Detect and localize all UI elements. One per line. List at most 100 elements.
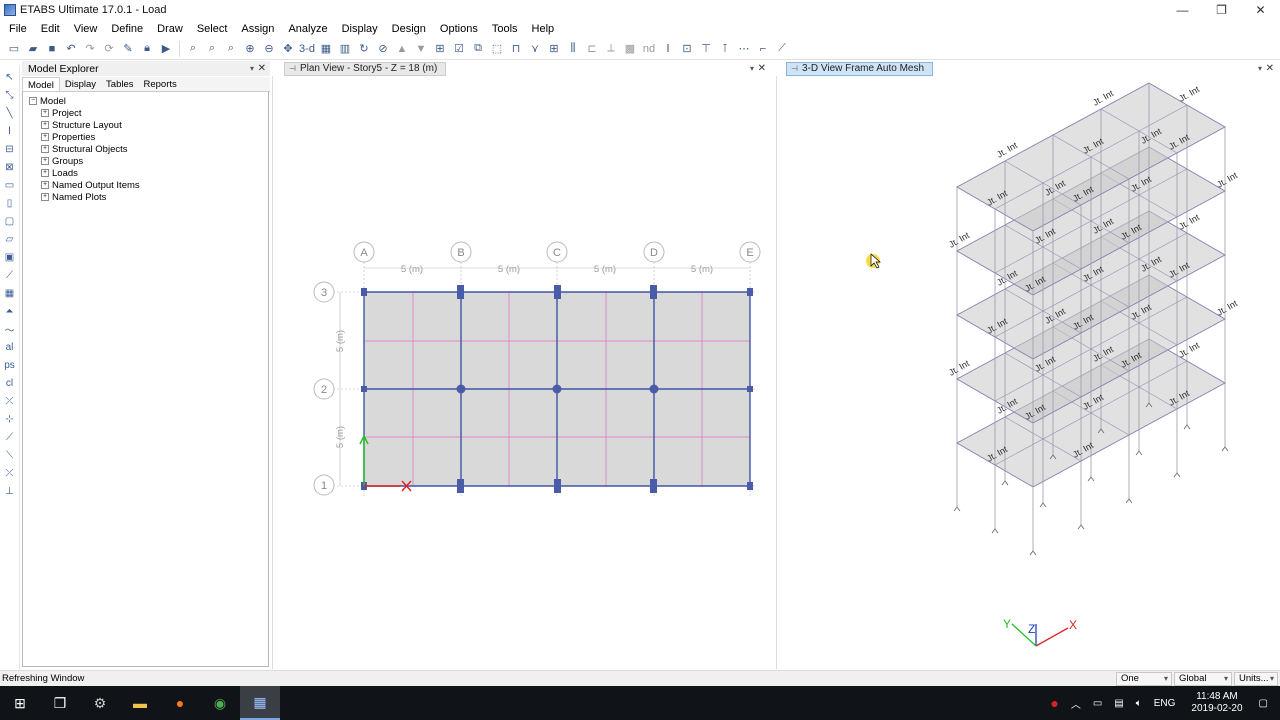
draw-brace-icon[interactable]: ⋎ xyxy=(527,41,543,57)
zoom-window-icon[interactable]: ⌕ xyxy=(185,41,201,57)
close-explorer-icon[interactable]: ✕ xyxy=(258,63,266,74)
expand-icon[interactable]: + xyxy=(41,181,49,189)
clear-selection-icon[interactable]: cl xyxy=(3,376,17,390)
tray-chevron-icon[interactable]: ︿ xyxy=(1071,696,1081,711)
zoom-in-icon[interactable]: ⊕ xyxy=(242,41,258,57)
windows-start-icon[interactable]: ⊞ xyxy=(0,686,40,720)
draw-frame-icon[interactable]: ⊓ xyxy=(508,41,524,57)
tree-item-structural-objects[interactable]: + Structural Objects xyxy=(23,143,268,155)
3d-view-canvas[interactable]: Jt. Int Jt. Int Jt. Int Jt. Int Jt. Int Jt. I… xyxy=(778,76,1280,669)
menu-view[interactable]: View xyxy=(67,23,105,35)
file-explorer-icon[interactable]: ▬ xyxy=(120,686,160,720)
plan-dock-dropdown-icon[interactable]: ▾ xyxy=(750,64,754,73)
menu-analyze[interactable]: Analyze xyxy=(281,23,334,35)
maximize-button[interactable]: ❐ xyxy=(1202,0,1241,20)
draw-link-tool-icon[interactable]: ⟋ xyxy=(3,268,17,282)
run-analysis-icon[interactable]: ▶ xyxy=(158,41,174,57)
menu-tools[interactable]: Tools xyxy=(485,23,525,35)
tree-item-loads[interactable]: + Loads xyxy=(23,167,268,179)
object-shrink-icon[interactable]: ⊞ xyxy=(432,41,448,57)
expand-icon[interactable]: + xyxy=(41,157,49,165)
coord-system-select[interactable]: Global xyxy=(1174,672,1232,686)
3d-view-tab[interactable]: ⊣ 3-D View Frame Auto Mesh xyxy=(786,61,934,76)
elevation-view-icon[interactable]: ▥ xyxy=(337,41,353,57)
menu-edit[interactable]: Edit xyxy=(34,23,67,35)
perspective-icon[interactable]: ⊘ xyxy=(375,41,391,57)
draw-column-tool-icon[interactable]: Ⅰ xyxy=(3,124,17,138)
menu-display[interactable]: Display xyxy=(335,23,385,35)
task-view-icon[interactable]: ❐ xyxy=(40,686,80,720)
options-icon[interactable]: ⧉ xyxy=(470,41,486,57)
draw-line-icon[interactable]: ╲ xyxy=(3,106,17,120)
set-display-icon[interactable]: ☑ xyxy=(451,41,467,57)
undo-icon[interactable]: ↶ xyxy=(63,41,79,57)
3d-view-icon[interactable]: 3-d xyxy=(299,41,315,57)
collapse-icon[interactable]: − xyxy=(29,97,37,105)
menu-draw[interactable]: Draw xyxy=(150,23,190,35)
menu-define[interactable]: Define xyxy=(104,23,150,35)
move-down-icon[interactable]: ▼ xyxy=(413,41,429,57)
draw-beam-icon[interactable]: ⊏ xyxy=(584,41,600,57)
close-button[interactable]: ✕ xyxy=(1241,0,1280,20)
draw-area-icon[interactable]: ▩ xyxy=(622,41,638,57)
refresh-icon[interactable]: ⟳ xyxy=(101,41,117,57)
draw-spring-icon[interactable]: 〜 xyxy=(3,322,17,337)
lock-icon[interactable]: 🔒︎ xyxy=(139,41,155,57)
menu-select[interactable]: Select xyxy=(190,23,235,35)
plan-view-tab[interactable]: ⊣ Plan View - Story5 - Z = 18 (m) xyxy=(284,61,447,76)
reshape-icon[interactable]: ⤡ xyxy=(3,88,17,102)
expand-icon[interactable]: + xyxy=(41,109,49,117)
zoom-restore-icon[interactable]: ⌕ xyxy=(204,41,220,57)
expand-icon[interactable]: + xyxy=(41,133,49,141)
select-all-icon[interactable]: ⌐ xyxy=(755,41,771,57)
draw-support-icon[interactable]: ⏶ xyxy=(3,304,17,318)
pencil-icon[interactable]: ✎ xyxy=(120,41,136,57)
zoom-full-icon[interactable]: ⌕ xyxy=(223,41,239,57)
draw-null-icon[interactable]: ▣ xyxy=(3,250,17,264)
volume-icon[interactable]: 🔈︎ xyxy=(1136,698,1142,709)
draw-brace-tool-icon[interactable]: ⊠ xyxy=(3,160,17,174)
section-cut-icon[interactable]: Ⅰ xyxy=(660,41,676,57)
assign-shell-icon[interactable]: ⊺ xyxy=(717,41,733,57)
draw-opening-icon[interactable]: ▢ xyxy=(3,214,17,228)
minimize-button[interactable]: — xyxy=(1163,0,1202,20)
close-plan-icon[interactable]: ✕ xyxy=(758,63,766,74)
language-indicator[interactable]: ENG xyxy=(1154,698,1176,709)
draw-floor-icon[interactable]: ▭ xyxy=(3,178,17,192)
tab-model[interactable]: Model xyxy=(22,77,60,91)
tree-item-project[interactable]: + Project xyxy=(23,107,268,119)
snap-intersection-icon[interactable]: ⟍ xyxy=(3,448,17,462)
tree-item-structure-layout[interactable]: + Structure Layout xyxy=(23,119,268,131)
draw-dimension-icon[interactable]: ⟋ xyxy=(774,41,790,57)
rotate-icon[interactable]: ↻ xyxy=(356,41,372,57)
app-icon-1[interactable]: ⚙ xyxy=(80,686,120,720)
3d-dock-dropdown-icon[interactable]: ▾ xyxy=(1258,64,1262,73)
tab-tables[interactable]: Tables xyxy=(101,77,138,91)
pan-icon[interactable]: ✥ xyxy=(280,41,296,57)
plan-view-canvas[interactable]: A B C D E 5 (m) 5 (m) 5 (m) 5 (m) 5 (m) … xyxy=(272,76,777,669)
plan-view-icon[interactable]: ▦ xyxy=(318,41,334,57)
menu-help[interactable]: Help xyxy=(525,23,562,35)
expand-icon[interactable]: + xyxy=(41,145,49,153)
tab-display[interactable]: Display xyxy=(60,77,101,91)
draw-ramp-icon[interactable]: ▱ xyxy=(3,232,17,246)
pointer-icon[interactable]: ↖ xyxy=(3,70,17,84)
story-select[interactable]: One Story xyxy=(1116,672,1172,696)
tree-item-named-output-items[interactable]: + Named Output Items xyxy=(23,179,268,191)
network-icon[interactable]: ▤ xyxy=(1114,698,1123,709)
snap-icon[interactable]: ⊡ xyxy=(679,41,695,57)
draw-link-icon[interactable]: ⟂ xyxy=(603,41,619,57)
draw-grid-icon[interactable]: ▦ xyxy=(3,286,17,300)
close-3d-icon[interactable]: ✕ xyxy=(1266,63,1274,74)
draw-column-icon[interactable]: ⫼ xyxy=(565,41,581,57)
new-model-icon[interactable]: ▭ xyxy=(6,41,22,57)
nd-label[interactable]: nd xyxy=(641,41,657,57)
draw-beam-tool-icon[interactable]: ⊟ xyxy=(3,142,17,156)
expand-icon[interactable]: + xyxy=(41,169,49,177)
tree-item-properties[interactable]: + Properties xyxy=(23,131,268,143)
tree-item-named-plots[interactable]: + Named Plots xyxy=(23,191,268,203)
chrome-icon[interactable]: ◉ xyxy=(200,686,240,720)
open-icon[interactable]: ▰ xyxy=(25,41,41,57)
menu-design[interactable]: Design xyxy=(385,23,433,35)
select-all-tool-icon[interactable]: al xyxy=(3,340,17,354)
